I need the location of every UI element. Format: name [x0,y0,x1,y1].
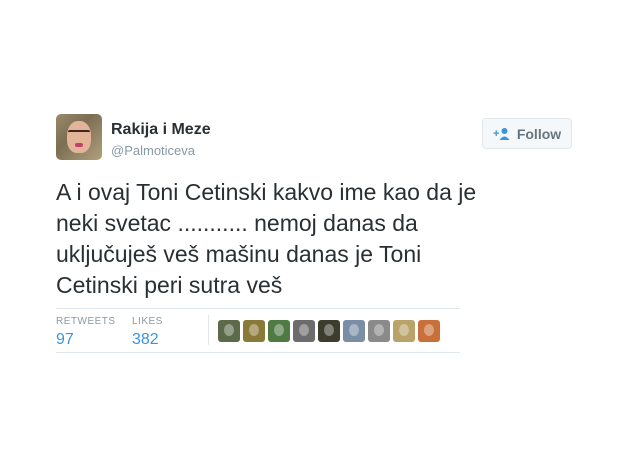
avatar-glasses [68,130,90,138]
retweets-label: RETWEETS [56,316,116,327]
tweet-text: A i ovaj Toni Cetinski kakvo ime kao da … [56,177,561,301]
liker-avatar[interactable] [368,320,390,342]
stats-divider [208,315,209,345]
liker-avatar[interactable] [218,320,240,342]
retweets-count: 97 [56,331,74,348]
display-name[interactable]: Rakija i Meze [111,121,211,139]
likes-stat[interactable]: LIKES 382 [132,316,163,349]
liker-avatars [218,320,440,342]
tweet-line: Cetinski peri sutra veš [56,272,283,298]
liker-avatar[interactable] [293,320,315,342]
svg-text:+: + [493,128,499,140]
liker-avatar[interactable] [243,320,265,342]
liker-avatar[interactable] [393,320,415,342]
liker-avatar[interactable] [418,320,440,342]
liker-avatar[interactable] [318,320,340,342]
follow-button[interactable]: + Follow [482,118,572,149]
likes-count: 382 [132,331,159,348]
avatar[interactable] [56,114,102,160]
tweet-stats: RETWEETS 97 LIKES 382 [56,308,460,353]
liker-avatar[interactable] [268,320,290,342]
user-handle[interactable]: @Palmoticeva [111,143,195,158]
tweet-line: neki svetac ........... nemoj danas da [56,210,418,236]
add-user-icon: + [493,127,511,141]
tweet-line: uključuješ veš mašinu danas je Toni [56,241,422,267]
follow-button-label: Follow [516,125,562,142]
tweet-line: A i ovaj Toni Cetinski kakvo ime kao da … [56,179,477,205]
avatar-mouth [75,143,83,147]
liker-avatar[interactable] [343,320,365,342]
retweets-stat[interactable]: RETWEETS 97 [56,316,116,349]
likes-label: LIKES [132,316,163,327]
